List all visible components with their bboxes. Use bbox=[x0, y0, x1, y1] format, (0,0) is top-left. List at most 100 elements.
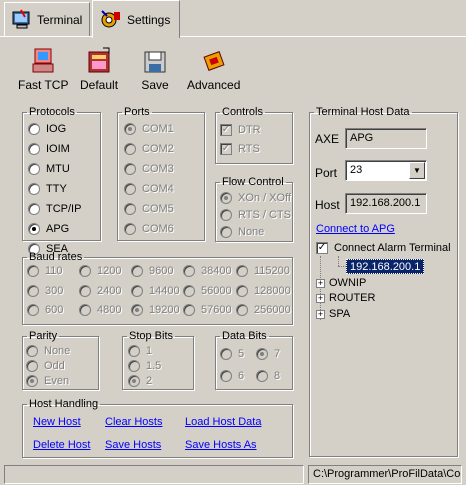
tree-item-ownip[interactable]: + OWNIP bbox=[316, 277, 366, 289]
data-bits-7-radio[interactable]: 7 bbox=[256, 348, 280, 360]
flow-label: None bbox=[238, 226, 265, 238]
baud-radio[interactable]: 56000 bbox=[183, 285, 232, 297]
rts-checkbox[interactable]: ✓ RTS bbox=[220, 143, 260, 155]
dtr-checkbox[interactable]: ✓ DTR bbox=[220, 124, 261, 136]
baud-radio[interactable]: 19200 bbox=[131, 304, 180, 316]
tab-divider bbox=[0, 36, 92, 37]
axe-field[interactable]: APG bbox=[345, 128, 427, 149]
baud-radio[interactable]: 256000 bbox=[236, 304, 291, 316]
parity-label: Even bbox=[44, 375, 70, 387]
fast-tcp-button[interactable]: Fast TCP bbox=[18, 46, 68, 92]
stop-bits-label: 2 bbox=[146, 375, 153, 387]
radio-icon bbox=[28, 203, 40, 215]
protocol-label: TCP/IP bbox=[46, 203, 82, 215]
port-label: COM6 bbox=[142, 223, 174, 235]
port-com6-radio[interactable]: COM6 bbox=[124, 223, 174, 235]
protocol-iog-radio[interactable]: IOG bbox=[28, 123, 66, 135]
expand-icon[interactable]: + bbox=[316, 293, 325, 303]
connect-link[interactable]: Connect to APG bbox=[316, 223, 395, 235]
data-bits-5-radio[interactable]: 5 bbox=[220, 348, 244, 360]
settings-icon bbox=[101, 9, 120, 27]
protocol-tcpip-radio[interactable]: TCP/IP bbox=[28, 203, 81, 215]
baud-label: 2400 bbox=[97, 285, 122, 297]
tab-terminal[interactable]: Terminal bbox=[4, 2, 90, 36]
baud-radio[interactable]: 300 bbox=[27, 285, 63, 297]
radio-icon bbox=[79, 265, 91, 277]
port-label: COM3 bbox=[142, 163, 174, 175]
tree-label: OWNIP bbox=[329, 277, 367, 289]
parity-even-radio[interactable]: Even bbox=[26, 375, 69, 387]
protocol-tty-radio[interactable]: TTY bbox=[28, 183, 67, 195]
baud-radio[interactable]: 4800 bbox=[79, 304, 121, 316]
save-button[interactable]: Save bbox=[141, 46, 169, 92]
stop-bits-1-radio[interactable]: 1 bbox=[128, 345, 152, 357]
clear-hosts-link[interactable]: Clear Hosts bbox=[105, 416, 162, 428]
data-bits-6-radio[interactable]: 6 bbox=[220, 370, 244, 382]
port-com2-radio[interactable]: COM2 bbox=[124, 143, 174, 155]
delete-host-link[interactable]: Delete Host bbox=[33, 439, 90, 451]
expand-icon[interactable]: + bbox=[316, 309, 325, 319]
stop-bits-2-radio[interactable]: 2 bbox=[128, 375, 152, 387]
protocol-ioim-radio[interactable]: IOIM bbox=[28, 143, 70, 155]
alarm-ip-item[interactable]: 192.168.200.1 bbox=[346, 259, 425, 274]
radio-icon bbox=[124, 183, 136, 195]
port-com4-radio[interactable]: COM4 bbox=[124, 183, 174, 195]
radio-icon bbox=[128, 345, 140, 357]
advanced-button[interactable]: Advanced bbox=[187, 46, 240, 92]
chevron-down-icon[interactable]: ▼ bbox=[409, 162, 425, 179]
radio-icon bbox=[124, 143, 136, 155]
tree-item-spa[interactable]: + SPA bbox=[316, 308, 350, 320]
flow-none-radio[interactable]: None bbox=[220, 226, 264, 238]
radio-icon bbox=[124, 163, 136, 175]
new-host-link[interactable]: New Host bbox=[33, 416, 81, 428]
radio-icon bbox=[131, 285, 143, 297]
data-bits-title: Data Bits bbox=[222, 330, 267, 342]
tree-item-router[interactable]: + ROUTER bbox=[316, 292, 375, 304]
expand-icon[interactable]: + bbox=[316, 278, 325, 288]
load-host-data-link[interactable]: Load Host Data bbox=[185, 416, 261, 428]
protocol-label: IOIM bbox=[46, 143, 70, 155]
port-com3-radio[interactable]: COM3 bbox=[124, 163, 174, 175]
radio-icon bbox=[220, 209, 232, 221]
host-field[interactable]: 192.168.200.1 bbox=[345, 193, 427, 214]
baud-radio[interactable]: 115200 bbox=[236, 265, 290, 277]
radio-icon bbox=[26, 360, 38, 372]
port-select[interactable]: 23 ▼ bbox=[345, 160, 427, 181]
radio-icon bbox=[236, 265, 248, 277]
protocol-mtu-radio[interactable]: MTU bbox=[28, 163, 70, 175]
protocol-apg-radio[interactable]: APG bbox=[28, 223, 69, 235]
connect-alarm-label: Connect Alarm Terminal bbox=[334, 242, 451, 254]
default-button[interactable]: Default bbox=[80, 46, 118, 92]
baud-radio[interactable]: 600 bbox=[27, 304, 63, 316]
baud-radio[interactable]: 9600 bbox=[131, 265, 173, 277]
baud-radio[interactable]: 38400 bbox=[183, 265, 232, 277]
baud-radio[interactable]: 1200 bbox=[79, 265, 121, 277]
baud-radio[interactable]: 14400 bbox=[131, 285, 180, 297]
radio-icon bbox=[28, 183, 40, 195]
port-com1-radio[interactable]: COM1 bbox=[124, 123, 174, 135]
status-path: C:\Programmer\ProFilData\Con bbox=[308, 465, 462, 484]
stop-bits-label: 1 bbox=[146, 345, 153, 357]
baud-radio[interactable]: 110 bbox=[27, 265, 63, 277]
ports-title: Ports bbox=[124, 106, 150, 118]
radio-icon bbox=[236, 285, 248, 297]
parity-none-radio[interactable]: None bbox=[26, 345, 70, 357]
baud-rates-title: Baud rates bbox=[29, 251, 83, 263]
stop-bits-15-radio[interactable]: 1.5 bbox=[128, 360, 161, 372]
parity-odd-radio[interactable]: Odd bbox=[26, 360, 65, 372]
flow-xon-radio[interactable]: XOn / XOff bbox=[220, 192, 291, 204]
fast-tcp-label: Fast TCP bbox=[18, 78, 69, 92]
baud-radio[interactable]: 57600 bbox=[183, 304, 232, 316]
save-hosts-as-link[interactable]: Save Hosts As bbox=[185, 439, 257, 451]
flow-rtscts-radio[interactable]: RTS / CTS bbox=[220, 209, 291, 221]
protocol-label: TTY bbox=[46, 183, 67, 195]
baud-radio[interactable]: 128000 bbox=[236, 285, 291, 297]
tab-settings[interactable]: Settings bbox=[92, 0, 180, 38]
baud-radio[interactable]: 2400 bbox=[79, 285, 121, 297]
port-label: COM5 bbox=[142, 203, 174, 215]
parity-label: Odd bbox=[44, 360, 65, 372]
port-com5-radio[interactable]: COM5 bbox=[124, 203, 174, 215]
save-hosts-link[interactable]: Save Hosts bbox=[105, 439, 161, 451]
connect-alarm-checkbox[interactable]: ✓ Connect Alarm Terminal bbox=[316, 242, 451, 254]
data-bits-8-radio[interactable]: 8 bbox=[256, 370, 280, 382]
